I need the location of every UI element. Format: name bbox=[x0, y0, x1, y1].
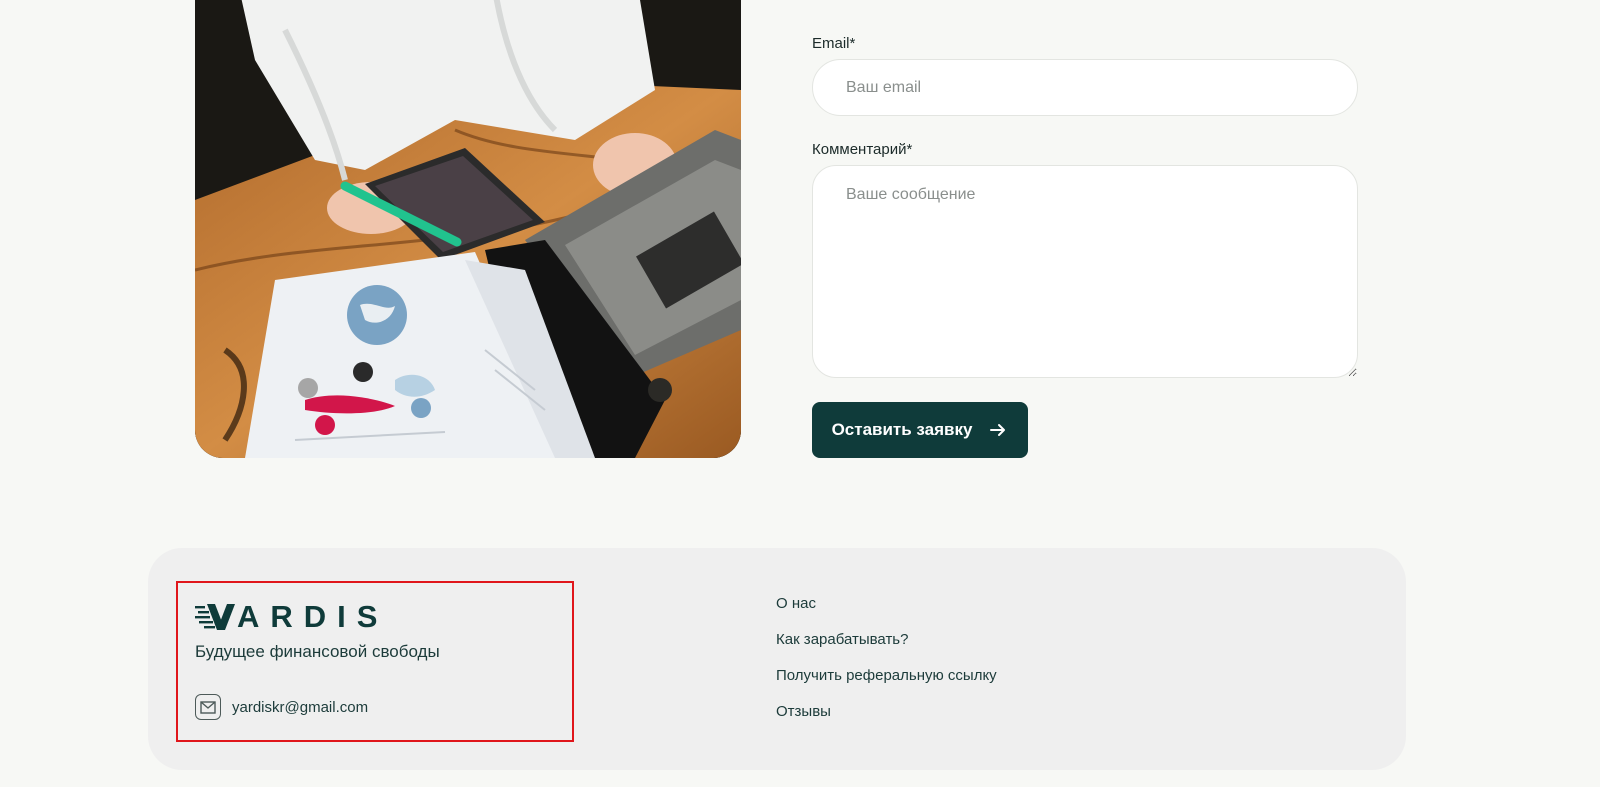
footer-nav: О нас Как зарабатывать? Получить реферал… bbox=[776, 594, 997, 721]
comment-label: Комментарий* bbox=[812, 141, 913, 158]
comment-textarea[interactable] bbox=[812, 165, 1358, 378]
contact-email: yardiskr@gmail.com bbox=[195, 694, 368, 720]
logo[interactable]: ARDIS bbox=[195, 599, 389, 634]
office-desk-illustration bbox=[195, 0, 741, 458]
page: Email* Комментарий* Оставить заявку ARDI… bbox=[0, 0, 1600, 787]
footer-link-referral[interactable]: Получить реферальную ссылку bbox=[776, 666, 997, 685]
speed-v-logo-mark bbox=[195, 604, 235, 630]
email-input[interactable] bbox=[812, 59, 1358, 116]
arrow-right-icon bbox=[990, 424, 1006, 436]
hero-photo bbox=[195, 0, 741, 458]
brand-tagline: Будущее финансовой свободы bbox=[195, 642, 440, 661]
submit-application-button[interactable]: Оставить заявку bbox=[812, 402, 1028, 458]
footer-link-reviews[interactable]: Отзывы bbox=[776, 702, 997, 721]
logo-text: ARDIS bbox=[237, 599, 389, 634]
footer-link-how-to-earn[interactable]: Как зарабатывать? bbox=[776, 630, 997, 649]
submit-button-label: Оставить заявку bbox=[831, 420, 973, 439]
email-link[interactable]: yardiskr@gmail.com bbox=[232, 699, 368, 716]
email-label: Email* bbox=[812, 35, 856, 52]
mail-icon bbox=[195, 694, 221, 720]
footer-link-about[interactable]: О нас bbox=[776, 594, 997, 613]
